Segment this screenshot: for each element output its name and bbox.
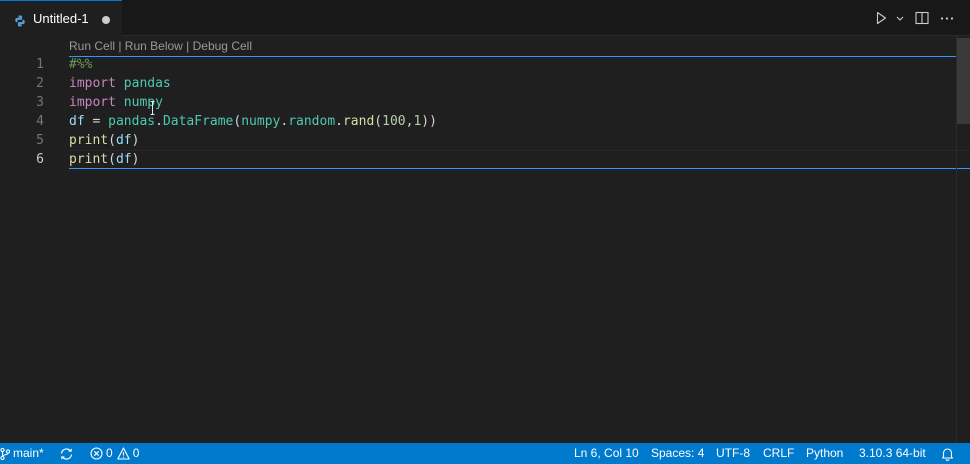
eol-status[interactable]: CRLF [763,443,794,464]
code-editor[interactable]: #%% import pandas import numpy df = pand… [69,55,437,169]
scrollbar-thumb[interactable] [957,38,970,124]
notifications-button[interactable] [941,443,954,464]
line-number: 5 [36,133,44,148]
git-branch-icon [0,447,10,461]
play-icon[interactable] [873,10,889,26]
branch-status[interactable]: main* [0,443,44,464]
cell-codelens[interactable]: Run Cell | Run Below | Debug Cell [69,38,252,54]
problems-status[interactable]: 0 0 [90,443,139,464]
function-name: print [69,152,109,167]
module-name: random [288,114,336,129]
warning-count: 0 [132,446,140,460]
operator: = [84,114,109,129]
paren: )) [421,114,437,129]
sync-button[interactable] [59,443,74,464]
ellipsis-icon[interactable] [939,10,955,26]
sync-icon [59,447,74,461]
dot: . [155,114,163,129]
module-name: numpy [123,95,163,110]
function-name: print [69,133,109,148]
line-number-gutter: 1 2 3 4 5 6 [0,55,44,169]
module-name: numpy [241,114,281,129]
line-number: 4 [36,114,44,129]
error-count: 0 [106,446,113,460]
code-line[interactable]: print(df) [69,131,437,150]
paren: ) [131,152,140,167]
cell-marker-comment: #%% [69,57,93,72]
bell-icon [941,447,954,461]
error-icon [90,447,103,460]
code-line[interactable]: print(df) [69,150,437,169]
paren: ( [374,114,383,129]
paren: ) [131,133,140,148]
text-cursor-icon [150,100,155,115]
paren: ( [108,133,116,148]
indentation-status[interactable]: Spaces: 4 [651,443,704,464]
code-line[interactable]: import numpy [69,93,437,112]
cursor-position[interactable]: Ln 6, Col 10 [574,443,639,464]
dot: . [335,114,343,129]
line-number: 3 [36,95,44,110]
number: 100 [382,114,406,129]
language-mode[interactable]: Python [806,443,843,464]
python-interpreter[interactable]: 3.10.3 64-bit [859,443,926,464]
tab-title: Untitled-1 [33,11,89,26]
split-editor-icon[interactable] [914,10,930,26]
status-bar: main* 0 0 Ln 6, Col 10 Spaces: 4 UTF-8 C… [0,443,970,464]
variable: df [115,133,132,148]
function-name: rand [342,114,375,129]
keyword: import [69,95,116,110]
line-number: 1 [36,57,44,72]
code-line[interactable]: #%% [69,55,437,74]
encoding-status[interactable]: UTF-8 [716,443,750,464]
branch-name: main* [13,446,44,460]
module-name: pandas [123,76,171,91]
tab-untitled-1[interactable]: Untitled-1 [0,0,122,36]
variable: df [115,152,132,167]
chevron-down-icon[interactable] [895,10,905,26]
paren: ( [108,152,116,167]
variable: df [69,114,85,129]
line-number: 2 [36,76,44,91]
code-line[interactable]: df = pandas.DataFrame(numpy.random.rand(… [69,112,437,131]
module-name: pandas [108,114,156,129]
warning-icon [116,447,130,460]
line-number-active: 6 [36,152,44,167]
python-icon [14,12,26,27]
class-name: DataFrame [162,114,234,129]
unsaved-dot-icon[interactable] [102,16,110,24]
keyword: import [69,76,116,91]
code-line[interactable]: import pandas [69,74,437,93]
dot: . [280,114,289,129]
editor-tab-bar: Untitled-1 [0,0,970,36]
